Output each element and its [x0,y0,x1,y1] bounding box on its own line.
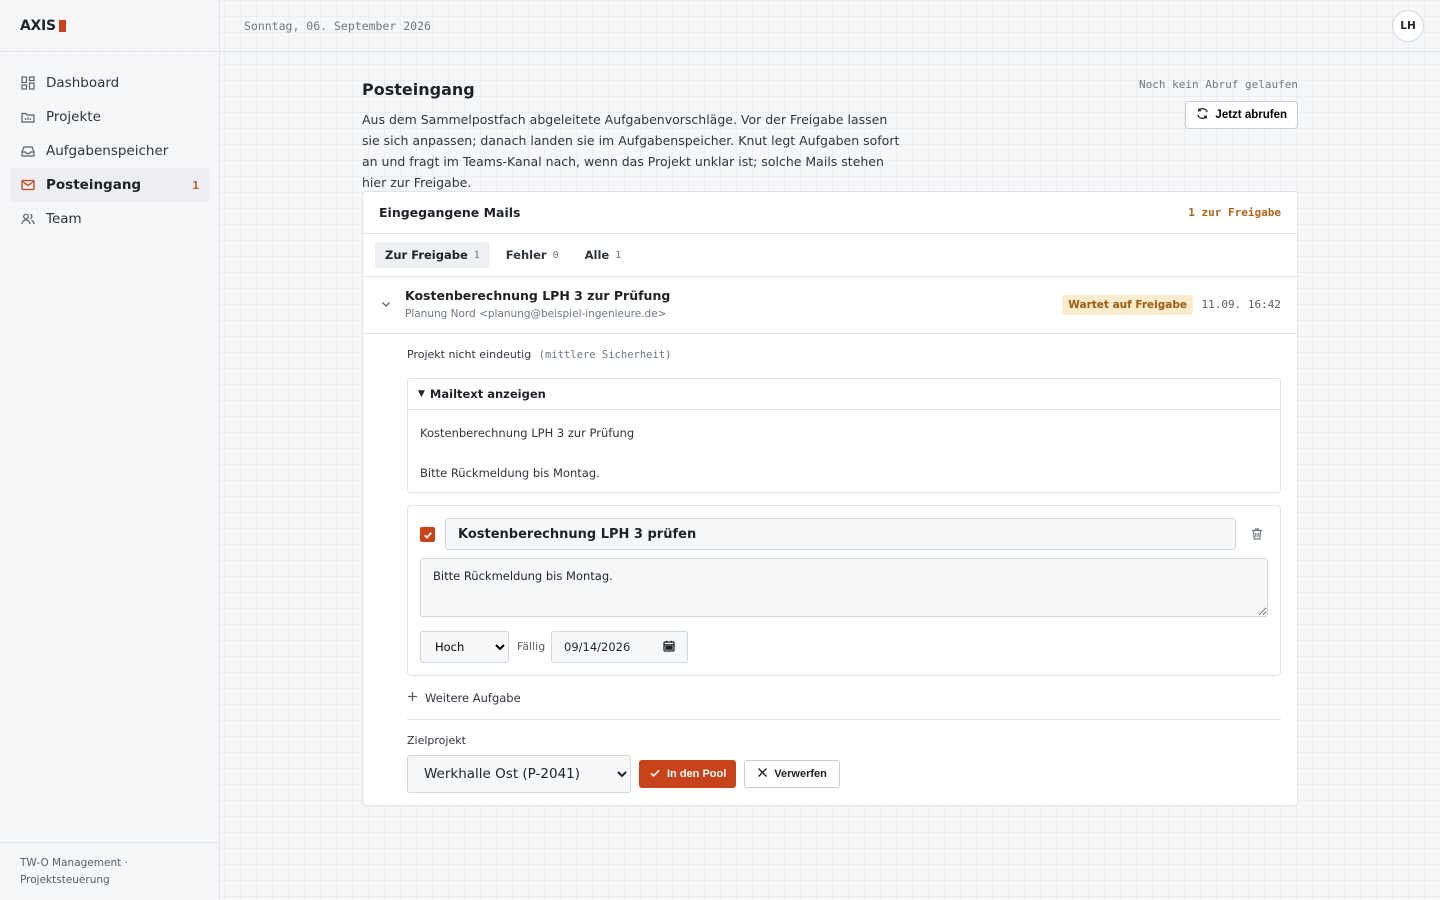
inbox-count-badge: 1 [192,178,199,192]
sidebar-item-label: Dashboard [46,75,120,91]
fetch-now-button[interactable]: Jetzt abrufen [1185,101,1298,129]
sidebar-item-projekte[interactable]: Projekte [10,100,209,134]
tab-alle[interactable]: Alle 1 [575,242,632,268]
priority-select[interactable]: Hoch [420,631,509,663]
mail-icon [20,177,36,193]
mail-detail: Projekt nicht eindeutig (mittlere Sicher… [363,334,1297,805]
mailtext-box: ▼ Mailtext anzeigen Kostenberechnung LPH… [407,378,1281,493]
main-content: Posteingang Aus dem Sammelpostfach abgel… [362,52,1298,806]
sidebar-footer: TW-O Management · Projektsteuerung [0,842,219,900]
main-nav: Dashboard Projekte Aufgabenspeicher Post… [0,52,219,250]
tab-label: Zur Freigabe [385,248,468,262]
org-unit: Projektsteuerung [20,874,110,886]
sidebar-item-label: Posteingang [46,177,142,193]
mail-body-line: Bitte Rückmeldung bis Montag. [420,466,600,480]
task-title-input[interactable] [445,518,1236,550]
sidebar-item-label: Projekte [46,109,101,125]
tab-fehler[interactable]: Fehler 0 [496,242,569,268]
check-icon [649,767,661,782]
reject-label: Verwerfen [774,768,827,780]
approve-to-pool-button[interactable]: In den Pool [639,760,737,788]
trash-icon[interactable] [1250,527,1264,541]
project-hint-text: Projekt nicht eindeutig [407,348,532,361]
tab-label: Alle [584,248,610,262]
target-project-row: Werkhalle Ost (P-2041) In den Pool Verwe… [407,755,1281,793]
mails-card: Eingegangene Mails 1 zur Freigabe Zur Fr… [362,191,1298,806]
page-title: Posteingang [362,80,475,99]
grid-icon [20,75,36,91]
page-header: Posteingang Aus dem Sammelpostfach abgel… [362,52,1298,191]
logo-text: AXIS [20,17,56,34]
tab-zur-freigabe[interactable]: Zur Freigabe 1 [375,242,490,268]
divider [407,719,1281,720]
tab-count: 0 [552,249,559,261]
mail-filter-tabs: Zur Freigabe 1 Fehler 0 Alle 1 [363,234,1297,277]
org-name: TW-O Management · [20,857,128,869]
due-date-input[interactable]: 09/14/2026 [551,631,688,663]
mailtext-toggle[interactable]: ▼ Mailtext anzeigen [408,379,1280,410]
chevron-down-icon[interactable] [379,297,393,311]
check-icon [423,531,432,539]
fetch-status: Noch kein Abruf gelaufen [1139,78,1298,91]
triangle-down-icon: ▼ [418,389,425,399]
mail-sender: Planung Nord <planung@beispiel-ingenieur… [405,308,667,320]
tab-label: Fehler [505,248,547,262]
project-hint: Projekt nicht eindeutig (mittlere Sicher… [407,348,1281,364]
mails-card-header: Eingegangene Mails 1 zur Freigabe [363,192,1297,234]
fetch-now-label: Jetzt abrufen [1215,109,1287,121]
mail-timestamp: 11.09. 16:42 [1201,298,1281,311]
logo-mark [58,19,66,32]
sidebar-item-posteingang[interactable]: Posteingang 1 [10,168,209,202]
sidebar-item-label: Team [46,211,82,227]
task-suggestion: Bitte Rückmeldung bis Montag. Hoch Fälli… [407,505,1281,676]
add-task-label: Weitere Aufgabe [425,691,521,705]
due-date-value: 09/14/2026 [564,640,631,654]
mail-body-line: Kostenberechnung LPH 3 zur Prüfung [420,426,635,440]
mailtext-toggle-label: Mailtext anzeigen [429,387,546,401]
pending-count: 1 zur Freigabe [1188,206,1281,219]
plus-icon [407,691,418,705]
mails-card-title: Eingegangene Mails [379,205,521,220]
tab-count: 1 [473,249,480,261]
add-task-button[interactable]: Weitere Aufgabe [407,690,1281,706]
app-logo[interactable]: AXIS [0,0,219,52]
due-label: Fällig [517,640,546,653]
mail-subject: Kostenberechnung LPH 3 zur Prüfung [405,288,671,303]
target-project-select[interactable]: Werkhalle Ost (P-2041) [407,755,631,793]
refresh-icon [1196,107,1209,123]
mail-row[interactable]: Kostenberechnung LPH 3 zur Prüfung Planu… [363,277,1297,334]
close-icon [757,767,768,781]
user-avatar[interactable]: LH [1392,10,1424,42]
tab-count: 1 [615,249,622,261]
task-description-input[interactable]: Bitte Rückmeldung bis Montag. [420,558,1268,617]
target-project-label: Zielprojekt [407,734,466,747]
sidebar-item-team[interactable]: Team [10,202,209,236]
sidebar: AXIS Dashboard Projekte Aufgabenspeicher… [0,0,220,900]
folder-icon [20,109,36,125]
sidebar-item-aufgabenspeicher[interactable]: Aufgabenspeicher [10,134,209,168]
confidence-label: (mittlere Sicherheit) [538,349,672,361]
task-checkbox[interactable] [420,527,435,542]
inbox-tray-icon [20,143,36,159]
calendar-icon[interactable] [663,640,675,655]
topbar: Sonntag, 06. September 2026 LH [220,0,1440,52]
current-date: Sonntag, 06. September 2026 [244,18,431,33]
reject-button[interactable]: Verwerfen [744,760,840,788]
approve-label: In den Pool [667,768,727,780]
sidebar-item-label: Aufgabenspeicher [46,143,169,159]
users-icon [20,211,36,227]
page-description: Aus dem Sammelpostfach abgeleitete Aufga… [362,112,900,190]
sidebar-item-dashboard[interactable]: Dashboard [10,66,209,100]
status-badge: Wartet auf Freigabe [1062,295,1193,315]
mailtext-body: Kostenberechnung LPH 3 zur Prüfung Bitte… [408,410,1280,492]
